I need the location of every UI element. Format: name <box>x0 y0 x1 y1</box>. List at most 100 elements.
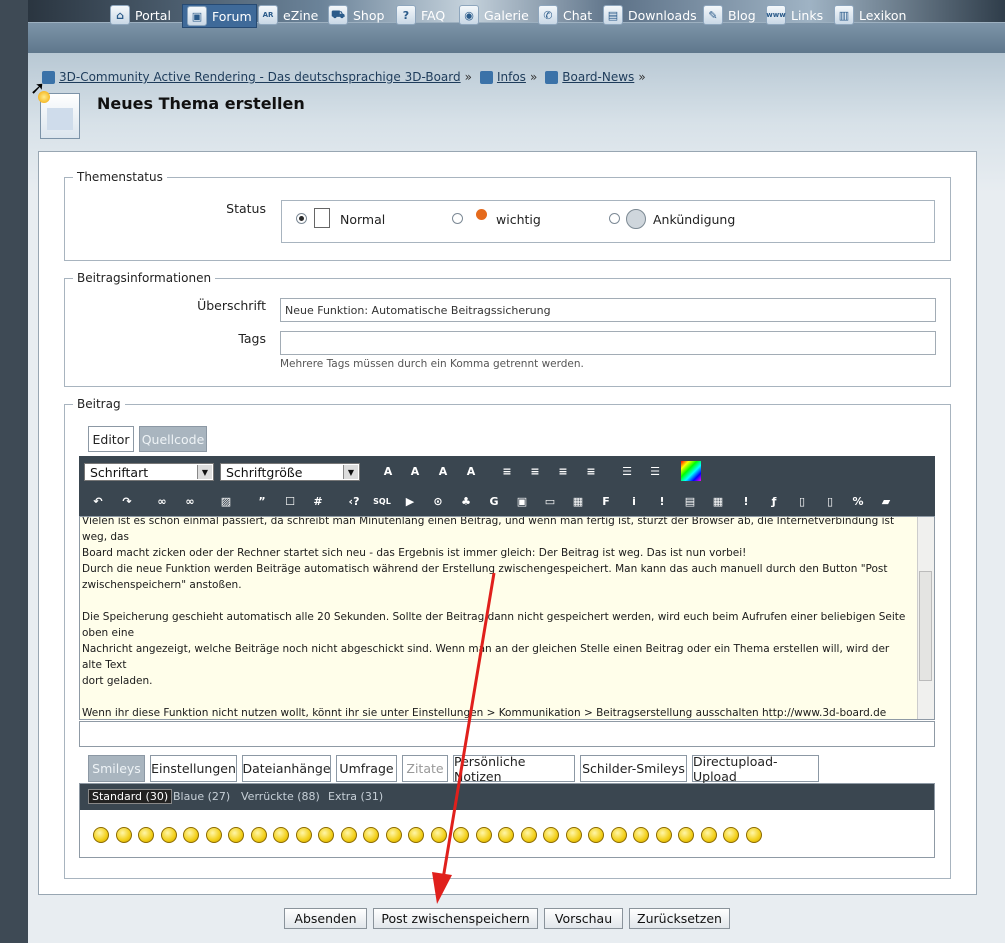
smiley-icon[interactable] <box>453 827 469 843</box>
post-editor[interactable]: Vielen ist es schon einmal passiert, da … <box>79 516 935 720</box>
smiley-icon[interactable] <box>115 827 132 843</box>
nav-portal[interactable]: ⌂ Portal <box>110 4 171 26</box>
save-draft-button[interactable]: Post zwischenspeichern <box>373 908 538 929</box>
status-radio-announcement[interactable] <box>609 213 620 224</box>
redo-icon[interactable]: ↷ <box>117 491 137 511</box>
status-radio-important[interactable] <box>452 213 463 224</box>
people-icon[interactable]: ♣ <box>456 491 476 511</box>
bottom-tab-umfrage[interactable]: Umfrage <box>336 755 397 782</box>
quote-icon[interactable]: ” <box>252 491 272 511</box>
nav-faq[interactable]: ? FAQ <box>396 4 445 26</box>
warning-icon[interactable]: ! <box>652 491 672 511</box>
book-icon[interactable]: ▰ <box>876 491 896 511</box>
numbered-list-icon[interactable]: ☰ <box>645 461 665 481</box>
smiley-icon[interactable] <box>610 827 627 843</box>
justify-icon[interactable]: ≡ <box>581 461 601 481</box>
editor-resize-handle[interactable] <box>79 721 935 747</box>
smiley-icon[interactable] <box>633 827 649 843</box>
nav-forum[interactable]: ▣ Forum <box>182 4 257 28</box>
alert-icon[interactable]: ! <box>736 491 756 511</box>
bottom-tab-smileys[interactable]: Smileys <box>88 755 145 782</box>
smiley-icon[interactable] <box>700 827 717 843</box>
folder-icon[interactable]: ▤ <box>680 491 700 511</box>
smiley-icon[interactable] <box>205 827 222 843</box>
bottom-tab-einstellungen[interactable]: Einstellungen <box>150 755 237 782</box>
bottom-tab-zitate[interactable]: Zitate <box>402 755 448 782</box>
bold-icon[interactable]: A <box>378 461 398 481</box>
color-picker-icon[interactable] <box>681 461 701 481</box>
italic-icon[interactable]: A <box>405 461 425 481</box>
smiley-icon[interactable] <box>520 827 537 843</box>
nav-downloads[interactable]: ▤ Downloads <box>603 4 697 26</box>
phone-icon[interactable]: ▯ <box>820 491 840 511</box>
column-icon[interactable]: ▯ <box>792 491 812 511</box>
flash-icon[interactable]: ƒ <box>764 491 784 511</box>
hash-icon[interactable]: # <box>308 491 328 511</box>
align-center-icon[interactable]: ≡ <box>525 461 545 481</box>
speech-bubble-icon[interactable]: ☐ <box>280 491 300 511</box>
align-left-icon[interactable]: ≡ <box>497 461 517 481</box>
clock-icon[interactable]: ⊙ <box>428 491 448 511</box>
smiley-icon[interactable] <box>565 827 582 843</box>
smiley-icon[interactable] <box>228 827 244 843</box>
percent-icon[interactable]: % <box>848 491 868 511</box>
google-icon[interactable]: G <box>484 491 504 511</box>
breadcrumb-link-board-news[interactable]: Board-News <box>562 70 634 84</box>
align-right-icon[interactable]: ≡ <box>553 461 573 481</box>
scrollbar-thumb[interactable] <box>919 571 932 681</box>
bottom-tab-dateianhänge[interactable]: Dateianhänge <box>242 755 331 782</box>
smiley-icon[interactable] <box>408 827 424 843</box>
smiley-icon[interactable] <box>543 827 559 843</box>
font-icon[interactable]: F <box>596 491 616 511</box>
smiley-category[interactable]: Verrückte (88) <box>241 790 320 803</box>
smiley-icon[interactable] <box>363 827 379 843</box>
smiley-icon[interactable] <box>93 827 109 843</box>
smiley-icon[interactable] <box>498 827 514 843</box>
smiley-icon[interactable] <box>475 827 492 843</box>
bullet-list-icon[interactable]: ☰ <box>617 461 637 481</box>
table-icon[interactable]: ▦ <box>708 491 728 511</box>
tags-input[interactable] <box>280 331 936 355</box>
preview-button[interactable]: Vorschau <box>544 908 623 929</box>
tab-editor[interactable]: Editor <box>88 426 134 452</box>
bottom-tab-schilder-smileys[interactable]: Schilder-Smileys <box>580 755 687 782</box>
nav-lexikon[interactable]: ▥ Lexikon <box>834 4 906 26</box>
nav-blog[interactable]: ✎ Blog <box>703 4 756 26</box>
smiley-category[interactable]: Standard (30) <box>88 789 173 804</box>
clipfish-icon[interactable]: ▣ <box>512 491 532 511</box>
youtube-icon[interactable]: ▶ <box>400 491 420 511</box>
smiley-icon[interactable] <box>138 827 154 843</box>
photo-icon[interactable]: ▦ <box>568 491 588 511</box>
subject-input[interactable]: Neue Funktion: Automatische Beitragssich… <box>280 298 936 322</box>
bottom-tab-directupload-upload[interactable]: Directupload-Upload <box>692 754 819 784</box>
nav-chat[interactable]: ✆ Chat <box>538 4 592 26</box>
strikethrough-icon[interactable]: A <box>461 461 481 481</box>
image-icon[interactable]: ▨ <box>216 491 236 511</box>
smiley-icon[interactable] <box>160 827 177 843</box>
submit-button[interactable]: Absenden <box>284 908 367 929</box>
breadcrumb-link-infos[interactable]: Infos <box>497 70 526 84</box>
nav-links[interactable]: www Links <box>766 4 823 26</box>
editor-scrollbar[interactable] <box>917 517 934 719</box>
undo-icon[interactable]: ↶ <box>88 491 108 511</box>
smiley-icon[interactable] <box>745 827 762 843</box>
nav-galerie[interactable]: ◉ Galerie <box>459 4 529 26</box>
breadcrumb-link-community[interactable]: 3D-Community Active Rendering - Das deut… <box>59 70 461 84</box>
smiley-icon[interactable] <box>318 827 334 843</box>
font-size-select[interactable]: Schriftgröße ▼ <box>220 463 360 481</box>
smiley-icon[interactable] <box>183 827 199 843</box>
smiley-icon[interactable] <box>295 827 312 843</box>
tab-source-code[interactable]: Quellcode <box>139 426 207 452</box>
nav-ezine[interactable]: AR eZine <box>258 4 318 26</box>
smiley-icon[interactable] <box>385 827 402 843</box>
info-icon[interactable]: i <box>624 491 644 511</box>
font-family-select[interactable]: Schriftart ▼ <box>84 463 214 481</box>
smiley-category[interactable]: Extra (31) <box>328 790 383 803</box>
unlink-icon[interactable]: ∞ <box>180 491 200 511</box>
status-radio-normal[interactable] <box>296 213 307 224</box>
underline-icon[interactable]: A <box>433 461 453 481</box>
smiley-icon[interactable] <box>678 827 694 843</box>
smiley-icon[interactable] <box>273 827 289 843</box>
smiley-icon[interactable] <box>588 827 604 843</box>
reset-button[interactable]: Zurücksetzen <box>629 908 730 929</box>
